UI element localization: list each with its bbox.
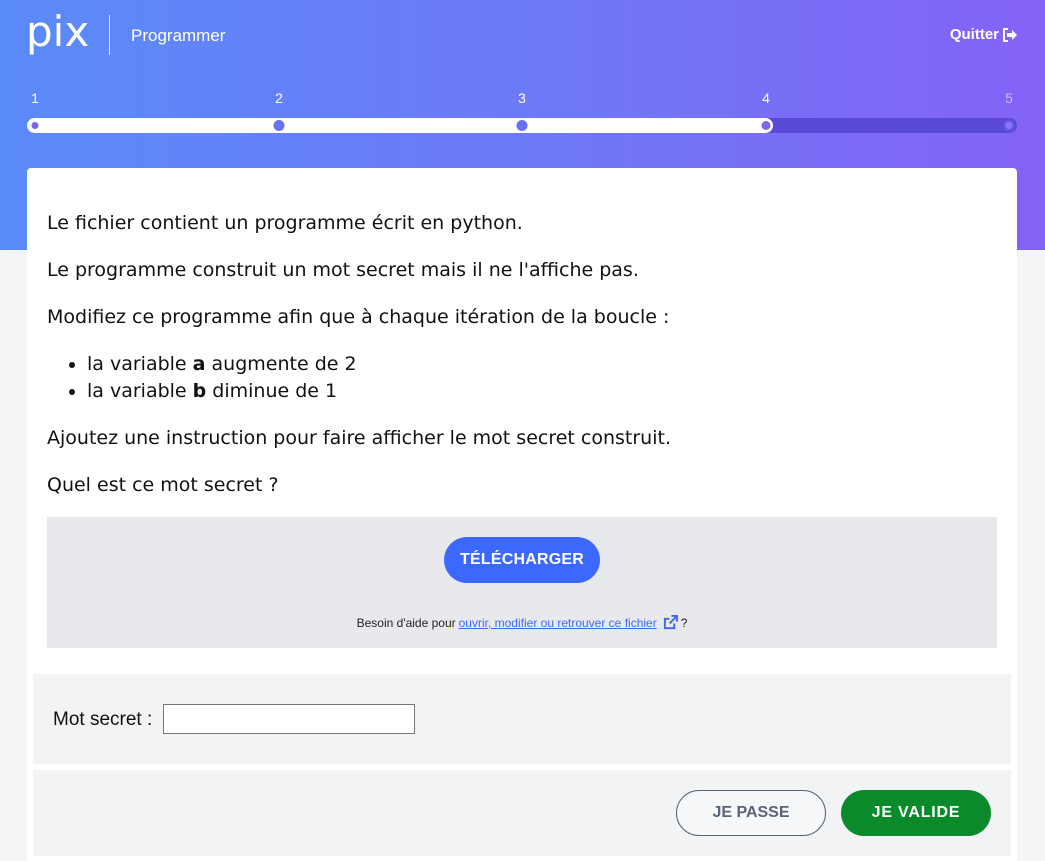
- download-help: Besoin d'aide pour ouvrir, modifier ou r…: [47, 615, 997, 630]
- svg-text:pix: pix: [26, 12, 89, 56]
- instruction-paragraph: Modifiez ce programme afin que à chaque …: [47, 306, 670, 328]
- challenge-card: Le fichier contient un programme écrit e…: [27, 168, 1017, 861]
- step-number-2: 2: [275, 90, 283, 106]
- step-dot-5: [1003, 120, 1015, 131]
- help-suffix: ?: [680, 615, 688, 630]
- instruction-paragraph: Ajoutez une instruction pour faire affic…: [47, 427, 671, 449]
- step-number-4: 4: [762, 90, 770, 106]
- quit-button[interactable]: Quitter: [950, 26, 1018, 43]
- skip-button[interactable]: JE PASSE: [676, 790, 826, 836]
- validate-button[interactable]: JE VALIDE: [841, 790, 991, 836]
- instruction-list: la variable a augmente de 2 la variable …: [87, 351, 671, 405]
- list-item: la variable a augmente de 2: [87, 351, 671, 378]
- instruction-paragraph: Quel est ce mot secret ?: [47, 474, 279, 496]
- step-dot-3: [516, 120, 528, 131]
- instruction-paragraph: Le fichier contient un programme écrit e…: [47, 212, 523, 234]
- instruction-paragraph: Le programme construit un mot secret mai…: [47, 259, 639, 281]
- answer-area: Mot secret :: [33, 674, 1011, 764]
- secret-word-input[interactable]: [163, 704, 415, 734]
- page-title: Programmer: [131, 26, 226, 45]
- logo-divider: [109, 15, 110, 55]
- pix-logo[interactable]: pix: [26, 12, 90, 58]
- download-button[interactable]: TÉLÉCHARGER: [444, 537, 600, 583]
- step-number-5: 5: [1005, 90, 1013, 106]
- quit-label: Quitter: [949, 26, 999, 43]
- step-dot-2: [273, 120, 285, 131]
- download-panel: TÉLÉCHARGER Besoin d'aide pour ouvrir, m…: [47, 517, 997, 648]
- help-prefix: Besoin d'aide pour: [356, 615, 456, 630]
- action-bar: JE PASSE JE VALIDE: [33, 770, 1011, 856]
- step-dot-1: [29, 120, 41, 131]
- external-link-icon[interactable]: [663, 615, 678, 630]
- help-link[interactable]: ouvrir, modifier ou retrouver ce fichier: [459, 616, 657, 630]
- sign-out-icon: [1003, 27, 1017, 42]
- list-item: la variable b diminue de 1: [87, 378, 671, 405]
- progress-fill: [27, 118, 773, 133]
- step-dot-4-current: [759, 119, 773, 132]
- step-number-1: 1: [31, 90, 39, 106]
- challenge-instructions: Le fichier contient un programme écrit e…: [47, 210, 671, 519]
- step-number-3: 3: [518, 90, 526, 106]
- answer-label: Mot secret :: [53, 709, 153, 730]
